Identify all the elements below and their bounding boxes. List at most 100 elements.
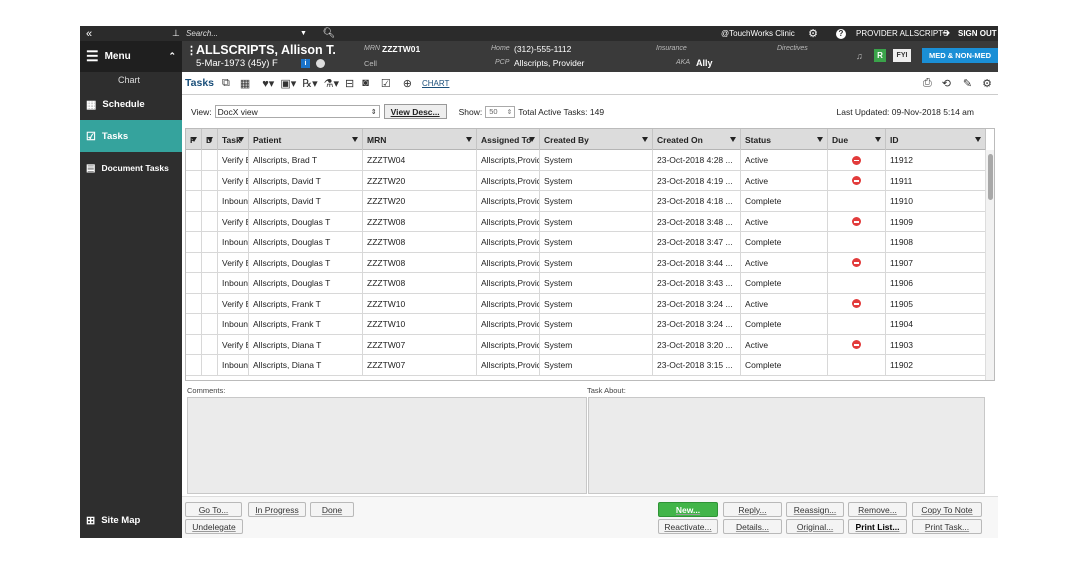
column-header-p[interactable]: P <box>186 129 202 150</box>
table-row[interactable]: Inbound Document SetAllscripts, Douglas … <box>186 232 986 253</box>
column-header-id[interactable]: ID <box>886 129 986 150</box>
filter-icon[interactable] <box>642 137 648 142</box>
table-row[interactable]: Verify External DocAllscripts, Frank TZZ… <box>186 293 986 314</box>
reactivate-button[interactable]: Reactivate... <box>658 519 718 534</box>
original-button[interactable]: Original... <box>786 519 844 534</box>
edit-icon[interactable]: ✎ <box>963 77 972 90</box>
filter-icon[interactable] <box>529 137 535 142</box>
info-icon[interactable]: i <box>301 59 310 68</box>
sidebar-item-schedule[interactable]: ▦ Schedule <box>80 88 182 120</box>
grid-scrollbar[interactable] <box>985 150 994 380</box>
column-header-assigned[interactable]: Assigned To <box>477 129 540 150</box>
table-row[interactable]: Verify External DocAllscripts, Douglas T… <box>186 252 986 273</box>
user-label[interactable]: PROVIDER ALLSCRIPTS <box>856 26 948 41</box>
settings-gear-icon[interactable]: ⚙ <box>802 26 824 41</box>
details-button[interactable]: Details... <box>723 519 782 534</box>
mrn-label: MRN <box>364 45 380 52</box>
camera-icon[interactable]: ◙ <box>362 77 369 89</box>
chart-link[interactable]: CHART <box>422 79 449 88</box>
search-dropdown-icon[interactable]: ▼ <box>300 26 307 41</box>
sidebar-item-tasks[interactable]: ☑ Tasks <box>80 120 182 152</box>
p-menu-icon[interactable]: ▣▾ <box>280 77 296 90</box>
view-select[interactable]: DocX view ⇕ <box>214 105 380 118</box>
printer-icon[interactable]: ⎙ <box>923 77 932 90</box>
document-add-icon[interactable]: ⊕ <box>403 77 412 90</box>
table-row[interactable]: Inbound Document SetAllscripts, Diana TZ… <box>186 355 986 376</box>
sidebar-item-document-tasks[interactable]: ▤ Document Tasks <box>80 152 182 184</box>
done-button[interactable]: Done <box>310 502 354 517</box>
column-header-due[interactable]: Due <box>828 129 886 150</box>
column-header-task[interactable]: Task <box>218 129 249 150</box>
table-row[interactable]: Verify External DocAllscripts, Douglas T… <box>186 211 986 232</box>
cell-p <box>186 150 202 170</box>
clinic-label[interactable]: @TouchWorks Clinic <box>721 26 795 41</box>
badge-r[interactable]: R <box>874 49 886 62</box>
view-desc-button[interactable]: View Desc... <box>383 104 447 119</box>
go-to-button[interactable]: Go To... <box>185 502 242 517</box>
filter-icon[interactable] <box>975 137 981 142</box>
copy-to-note-button[interactable]: Copy To Note <box>912 502 982 517</box>
undelegate-button[interactable]: Undelegate <box>185 519 243 534</box>
pin-icon[interactable]: ⊥ <box>172 26 180 41</box>
badge-fyi[interactable]: FYI <box>893 49 911 62</box>
scrollbar-thumb[interactable] <box>988 154 993 200</box>
help-icon[interactable]: ? <box>830 26 852 41</box>
approve-icon[interactable]: ☑ <box>381 77 391 90</box>
column-header-d[interactable]: D <box>202 129 218 150</box>
pcp-value: Allscripts, Provider <box>514 58 585 68</box>
heart-menu-icon[interactable]: ♥▾ <box>262 77 274 90</box>
in-progress-button[interactable]: In Progress <box>248 502 306 517</box>
filter-icon[interactable] <box>352 137 358 142</box>
filter-icon[interactable] <box>466 137 472 142</box>
reply-button[interactable]: Reply... <box>723 502 782 517</box>
filter-icon[interactable] <box>191 137 197 142</box>
column-header-created-on[interactable]: Created On <box>653 129 741 150</box>
med-nonmed-button[interactable]: MED & NON-MED <box>922 48 998 63</box>
chevron-up-icon: ⌃ <box>168 51 176 61</box>
sign-out-icon[interactable]: ➜ <box>942 26 950 41</box>
task-about-panel[interactable] <box>588 397 985 494</box>
column-header-patient[interactable]: Patient <box>249 129 363 150</box>
reassign-button[interactable]: Reassign... <box>786 502 844 517</box>
table-row[interactable]: Verify External DocAllscripts, Brad TZZZ… <box>186 150 986 171</box>
column-header-created-by[interactable]: Created By <box>540 129 653 150</box>
bell-icon[interactable]: ♫ <box>856 51 863 61</box>
filter-icon[interactable] <box>817 137 823 142</box>
remove-button[interactable]: Remove... <box>848 502 907 517</box>
task-list-icon[interactable]: ▦ <box>240 77 250 90</box>
search-icon[interactable]: 🔍︎ <box>317 26 341 41</box>
table-row[interactable]: Inbound Document SetAllscripts, Douglas … <box>186 273 986 294</box>
cell-created-on: 23-Oct-2018 3:47 ... <box>653 232 741 252</box>
print-list-button[interactable]: Print List... <box>848 519 907 534</box>
table-row[interactable]: Inbound Document SetAllscripts, Frank TZ… <box>186 314 986 335</box>
comments-panel[interactable] <box>187 397 587 494</box>
refresh-icon[interactable]: ⟲ <box>942 77 951 90</box>
cell-created-on: 23-Oct-2018 4:28 ... <box>653 150 741 170</box>
show-select[interactable]: 50 ⇕ <box>485 105 516 118</box>
print-task-button[interactable]: Print Task... <box>912 519 982 534</box>
column-header-status[interactable]: Status <box>741 129 828 150</box>
patient-name[interactable]: ALLSCRIPTS, Allison T. <box>196 43 336 57</box>
gear-icon[interactable]: ⚙ <box>982 77 992 90</box>
new-task-icon[interactable]: ⧉ <box>222 77 230 90</box>
filter-icon[interactable] <box>730 137 736 142</box>
cell-due <box>828 273 886 293</box>
cell-created-on: 23-Oct-2018 4:19 ... <box>653 170 741 191</box>
table-row[interactable]: Verify External DocAllscripts, Diana TZZ… <box>186 334 986 355</box>
filter-icon[interactable] <box>207 137 213 142</box>
search-input[interactable]: Search... <box>184 26 316 41</box>
order-icon[interactable]: ⊟ <box>345 77 354 90</box>
new-task-button[interactable]: New... <box>658 502 718 517</box>
filter-icon[interactable] <box>875 137 881 142</box>
rx-menu-icon[interactable]: ℞▾ <box>302 77 317 90</box>
table-row[interactable]: Inbound Document SetAllscripts, David TZ… <box>186 191 986 212</box>
lab-menu-icon[interactable]: ⚗▾ <box>324 77 339 90</box>
table-row[interactable]: Verify External DocAllscripts, David TZZ… <box>186 170 986 191</box>
menu-toggle[interactable]: ☰ Menu ⌃ <box>80 41 182 72</box>
filter-icon[interactable] <box>238 137 244 142</box>
cell-patient: Allscripts, Douglas T <box>249 211 363 232</box>
sign-out-link[interactable]: SIGN OUT <box>958 26 997 41</box>
column-header-mrn[interactable]: MRN <box>363 129 477 150</box>
site-map-link[interactable]: ⊞ Site Map <box>80 506 182 534</box>
collapse-icon[interactable]: « <box>86 26 106 41</box>
